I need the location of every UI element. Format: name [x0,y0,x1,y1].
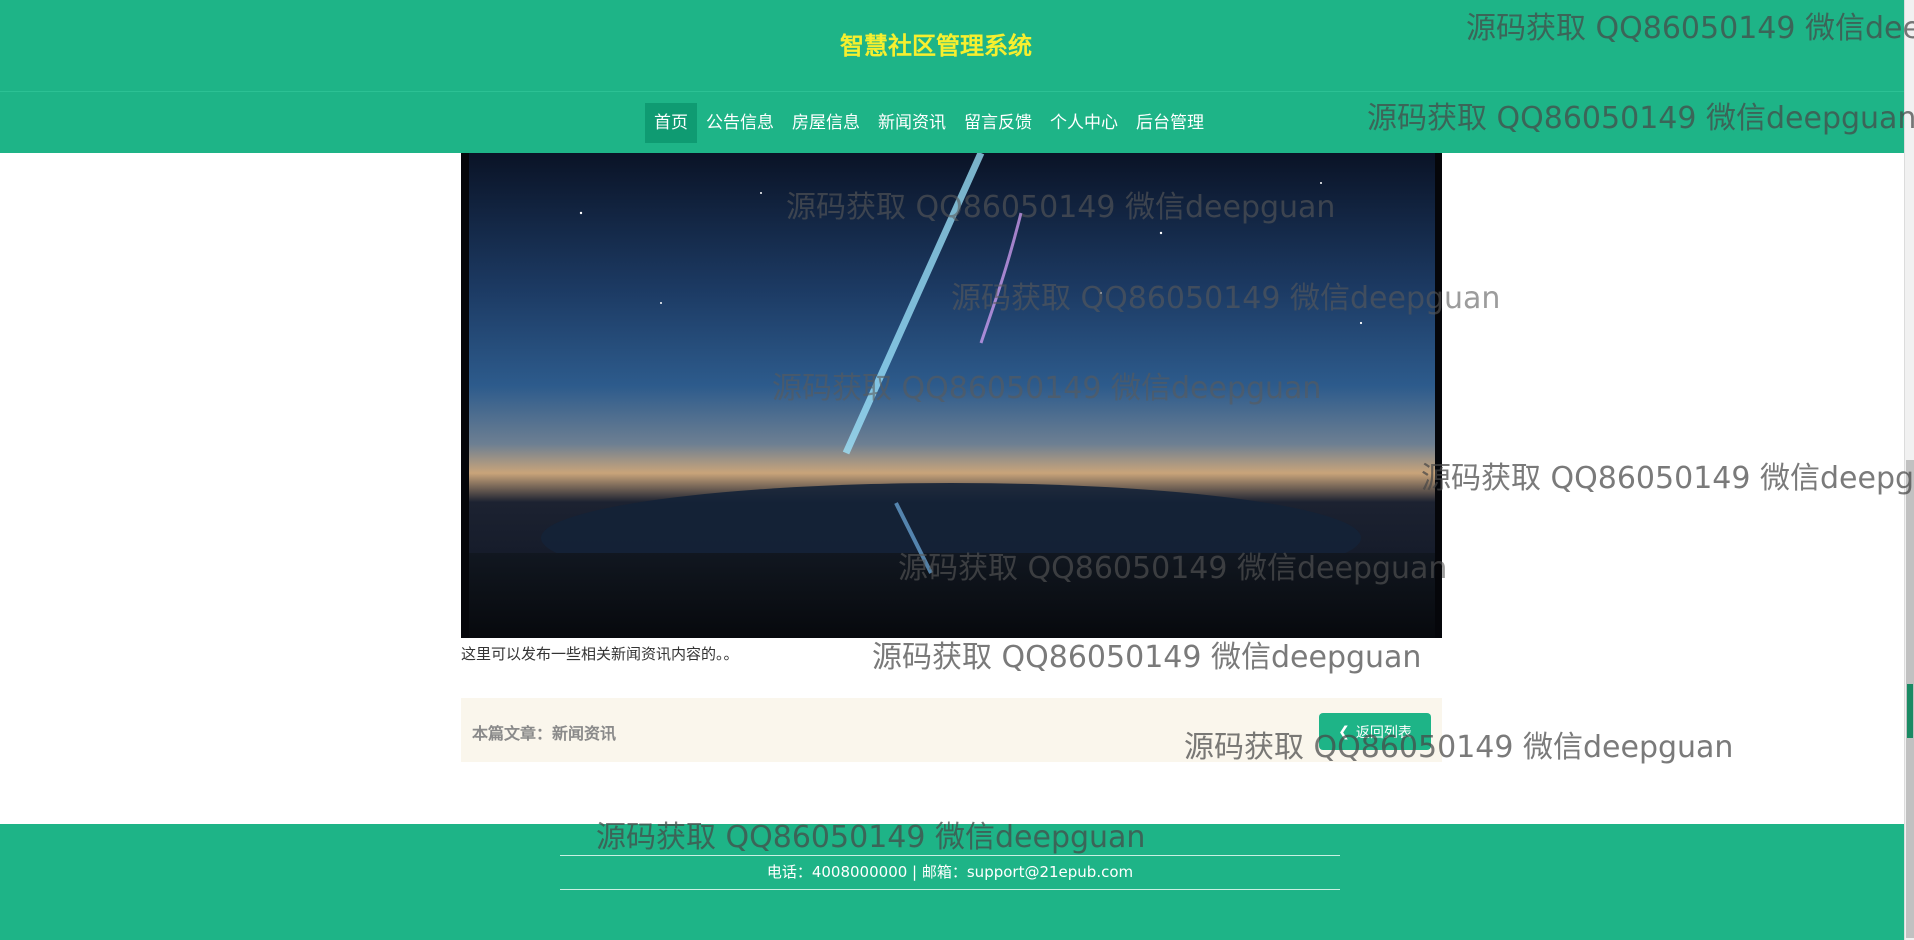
back-to-list-button[interactable]: ❮ 返回列表 [1319,713,1431,750]
nav-item-news[interactable]: 新闻资讯 [869,103,955,143]
watermark: 源码获取 QQ86050149 微信deepguan [1421,461,1914,496]
title-bar: 智慧社区管理系统 [0,0,1904,92]
nav-item-notices[interactable]: 公告信息 [697,103,783,143]
site-title: 智慧社区管理系统 [840,32,1032,60]
news-image [461,153,1442,638]
page-scrollbar[interactable] [1904,0,1914,940]
page: 智慧社区管理系统 首页 公告信息 房屋信息 新闻资讯 留言反馈 个人中心 后台管… [0,0,1914,940]
scrollbar-marker [1907,684,1913,738]
article-footer-bar: 本篇文章：新闻资讯 ❮ 返回列表 [461,698,1442,762]
article-label: 本篇文章：新闻资讯 [472,724,617,743]
back-button-label: 返回列表 [1355,724,1412,741]
footer: 电话：4008000000 | 邮箱：support@21epub.com [0,824,1904,940]
nav-item-profile[interactable]: 个人中心 [1041,103,1127,143]
nav-item-feedback[interactable]: 留言反馈 [955,103,1041,143]
watermark: 源码获取 QQ86050149 微信deepguan [872,640,1422,675]
main-nav: 首页 公告信息 房屋信息 新闻资讯 留言反馈 个人中心 后台管理 [645,103,1213,143]
comet-icon [579,153,1363,574]
footer-divider-bottom [560,889,1340,890]
nav-item-admin[interactable]: 后台管理 [1127,103,1213,143]
nav-item-home[interactable]: 首页 [645,103,697,143]
footer-contact: 电话：4008000000 | 邮箱：support@21epub.com [766,863,1134,881]
article-caption: 这里可以发布一些相关新闻资讯内容的。。 [461,645,739,663]
nav-item-houses[interactable]: 房屋信息 [783,103,869,143]
chevron-left-icon: ❮ [1338,723,1350,740]
header: 智慧社区管理系统 首页 公告信息 房屋信息 新闻资讯 留言反馈 个人中心 后台管… [0,0,1904,153]
footer-divider-top [560,855,1340,856]
